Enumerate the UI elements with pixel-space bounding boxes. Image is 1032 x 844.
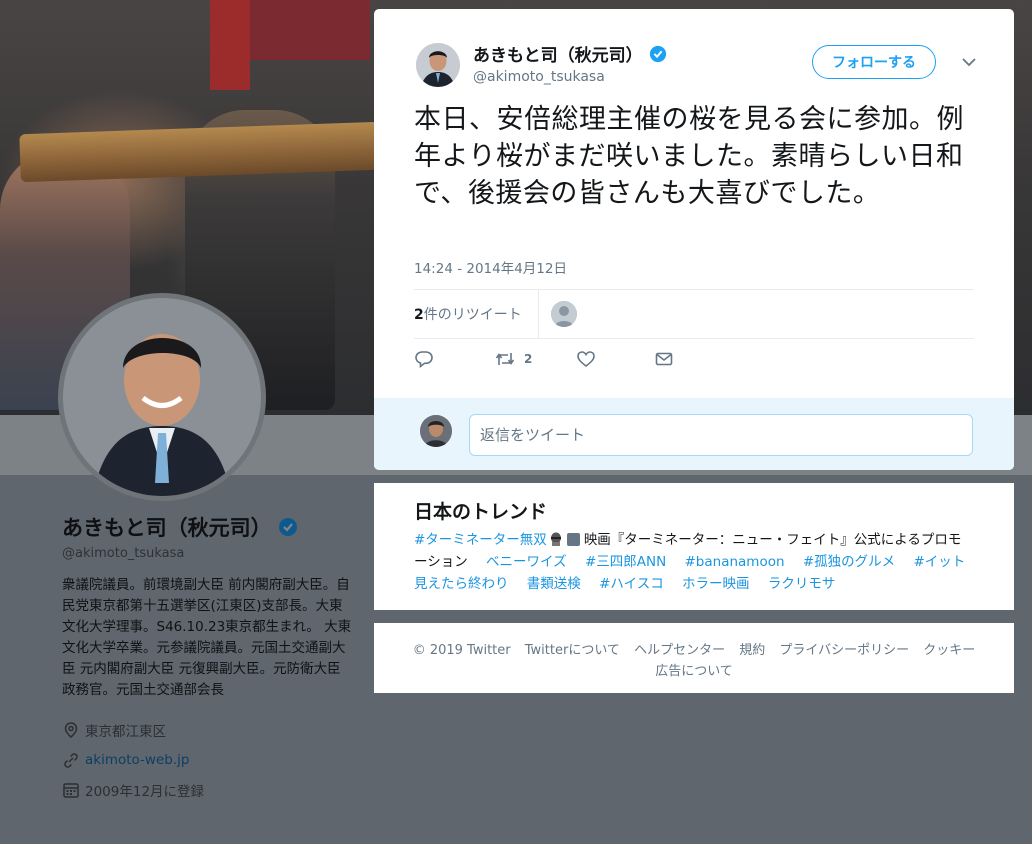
trend-item[interactable]: ベニーワイズ: [486, 554, 567, 570]
current-user-avatar[interactable]: [420, 415, 452, 447]
trends-list: #ターミネーター無双 映画『ターミネーター：ニュー・フェイト』公式によるプロモーシ…: [414, 529, 974, 595]
profile-card: あきもと司（秋元司） @akimoto_tsukasa 衆議院議員。前環境副大臣…: [62, 512, 362, 805]
dm-icon: [655, 352, 673, 366]
promoted-icon: [566, 533, 580, 546]
tweet-text: 本日、安倍総理主催の桜を見る会に参加。例年より桜がまだ咲いました。素晴らしい日和…: [414, 104, 964, 209]
footer-copyright: © 2019 Twitter: [412, 643, 511, 658]
reply-icon: [415, 351, 433, 369]
website-link[interactable]: akimoto-web.jp: [85, 752, 189, 768]
tweet-author-handle[interactable]: @akimoto_tsukasa: [473, 69, 605, 85]
footer-links-2: 広告について: [374, 660, 1014, 679]
trend-item[interactable]: #ハイスコ: [599, 576, 664, 592]
tweet-author-avatar[interactable]: [416, 43, 460, 87]
tweet-timestamp[interactable]: 14:24 - 2014年4月12日: [414, 257, 567, 277]
tweet-actions: 2: [414, 349, 974, 375]
location-text: 東京都江東区: [85, 724, 166, 740]
retweet-icon: [495, 353, 515, 365]
footer-link-cookies[interactable]: クッキー: [923, 643, 975, 658]
like-icon: [577, 351, 595, 368]
trend-item[interactable]: #bananamoon: [684, 554, 784, 570]
reply-input[interactable]: 返信をツイート: [469, 414, 973, 456]
profile-handle: @akimoto_tsukasa: [62, 546, 185, 561]
trend-item[interactable]: ラクリモサ: [768, 576, 836, 592]
profile-name-text: あきもと司（秋元司）: [62, 516, 272, 540]
footer-link-terms[interactable]: 規約: [739, 643, 765, 658]
footer-links: © 2019 Twitter Twitterについて ヘルプセンター 規約 プラ…: [374, 639, 1014, 658]
profile-bio: 衆議院議員。前環境副大臣 前内閣府副大臣。自民党東京都第十五選挙区(江東区)支部…: [62, 577, 352, 698]
footer-link-about[interactable]: Twitterについて: [525, 643, 620, 658]
tweet-stats: 2件のリツイート: [414, 289, 974, 339]
trend-item[interactable]: 書類送検: [527, 576, 581, 592]
reply-action[interactable]: [414, 349, 434, 369]
verified-icon: [649, 45, 666, 62]
link-icon: [64, 753, 78, 768]
trends-card: 日本のトレンド #ターミネーター無双 映画『ターミネーター：ニュー・フェイト』公式…: [374, 483, 1014, 610]
like-action[interactable]: [576, 349, 596, 369]
verified-icon: [278, 518, 297, 536]
retweet-label: 件のリツイート: [423, 307, 522, 323]
trend-item[interactable]: ホラー映画: [682, 576, 750, 592]
dm-action[interactable]: [654, 349, 674, 369]
profile-location: 東京都江東区: [62, 715, 362, 745]
tweet-modal: あきもと司（秋元司） @akimoto_tsukasa フォローする 本日、安倍…: [374, 9, 1014, 470]
footer-link-privacy[interactable]: プライバシーポリシー: [779, 643, 909, 658]
follow-button[interactable]: フォローする: [812, 45, 936, 79]
trend-item[interactable]: #三四郎ANN: [585, 554, 666, 570]
location-icon: [64, 722, 78, 738]
profile-avatar[interactable]: [58, 293, 266, 501]
trend-item[interactable]: #ターミネーター無双: [414, 532, 547, 548]
retweeter-avatar[interactable]: [551, 301, 577, 327]
terminator-emoji-icon: [550, 532, 561, 546]
tweet-header: あきもと司（秋元司） @akimoto_tsukasa フォローする: [416, 39, 976, 95]
calendar-icon: [63, 783, 79, 798]
trends-title: 日本のトレンド: [414, 501, 548, 523]
joined-text: 2009年12月に登録: [85, 784, 205, 800]
tweet-author-name-text: あきもと司（秋元司）: [473, 46, 643, 66]
tweet-author-name[interactable]: あきもと司（秋元司）: [473, 41, 667, 66]
trend-item[interactable]: #孤独のグルメ: [803, 554, 895, 570]
retweet-action-count: 2: [524, 352, 533, 366]
chevron-down-icon[interactable]: [960, 53, 978, 71]
profile-website[interactable]: akimoto-web.jp: [62, 745, 362, 775]
footer-card: © 2019 Twitter Twitterについて ヘルプセンター 規約 プラ…: [374, 623, 1014, 693]
profile-joined: 2009年12月に登録: [62, 775, 362, 805]
retweet-action[interactable]: 2: [494, 349, 532, 369]
footer-link-ads[interactable]: 広告について: [655, 664, 733, 679]
reply-area: 返信をツイート: [374, 398, 1014, 470]
footer-link-help[interactable]: ヘルプセンター: [634, 643, 725, 658]
profile-name: あきもと司（秋元司）: [62, 512, 362, 542]
retweet-count: 2: [414, 307, 424, 323]
retweet-stat[interactable]: 2件のリツイート: [414, 304, 522, 324]
